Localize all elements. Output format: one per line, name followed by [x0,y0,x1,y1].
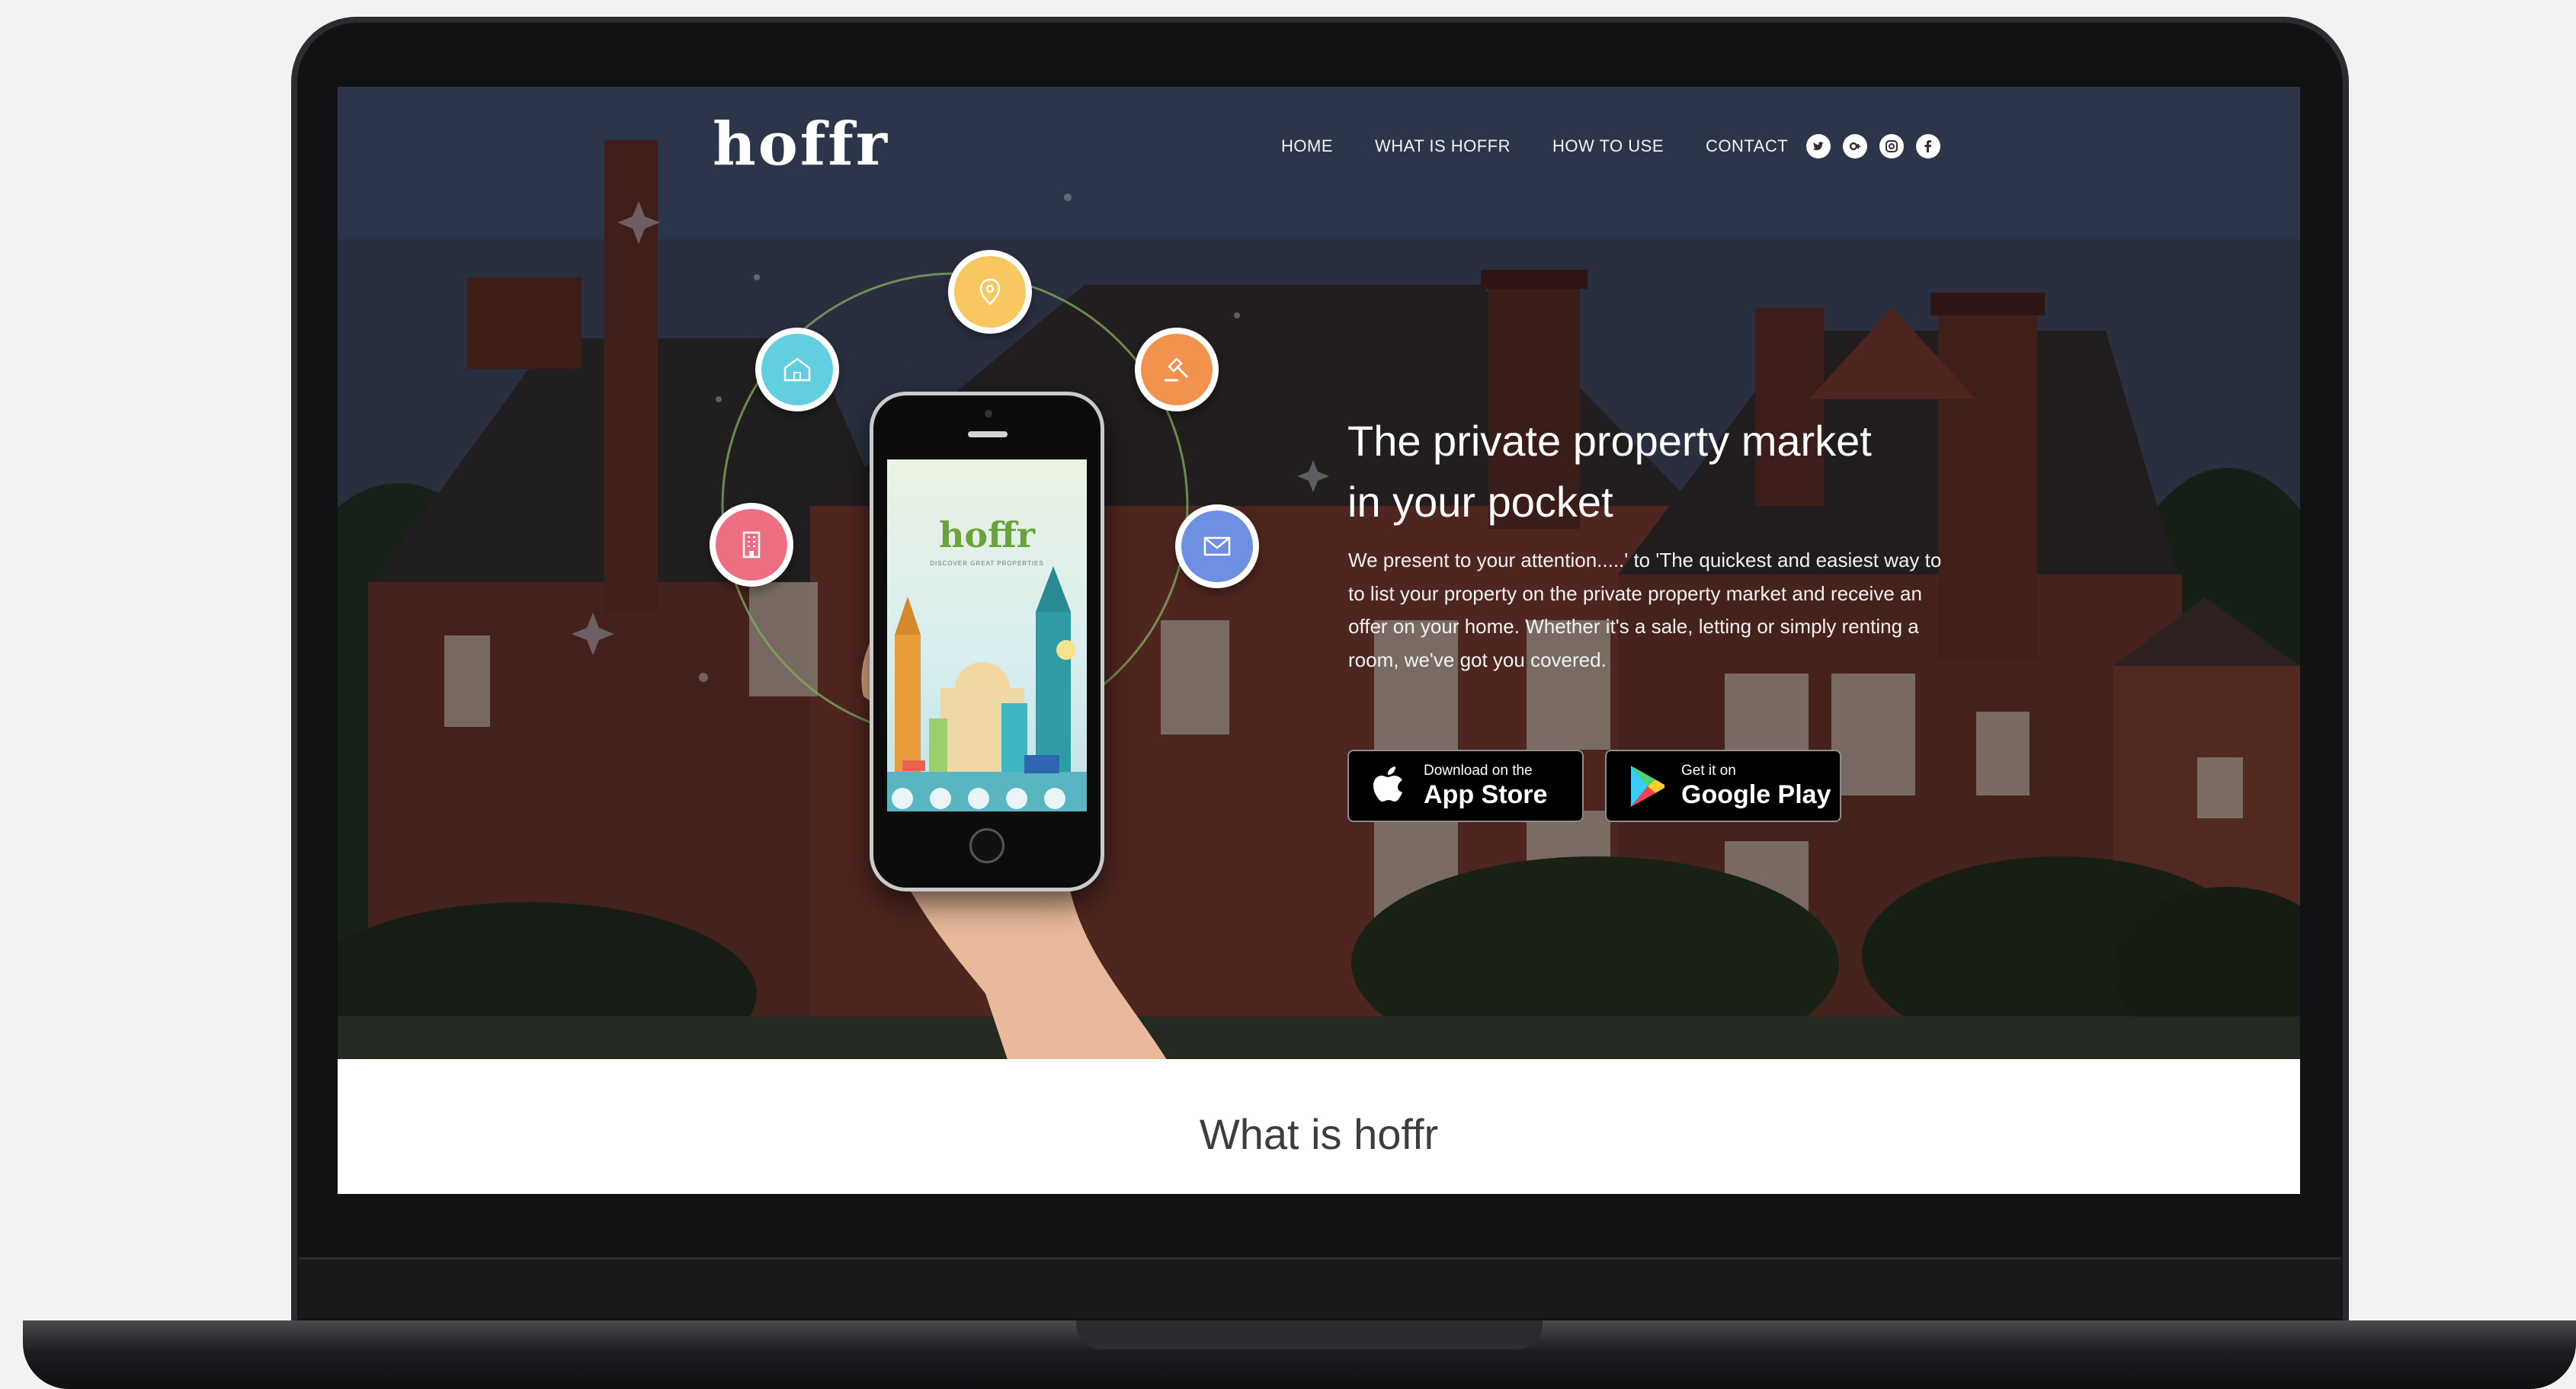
laptop-notch [1076,1320,1543,1349]
feature-house [755,328,839,411]
hero-title: The private property market in your pock… [1347,411,1972,533]
phone-speaker [968,431,1008,437]
hero-title-line-2: in your pocket [1347,478,1613,526]
nav-how-to-use[interactable]: HOW TO USE [1552,136,1664,156]
phone-camera [985,410,992,418]
app-store-big-label: App Store [1424,779,1548,809]
nav-contact[interactable]: CONTACT [1706,136,1788,156]
section-title: What is hoffr [1199,1110,1439,1158]
phone-app-screen: hoffr DISCOVER GREAT PROPERTIES [887,459,1087,811]
app-store-text: Download on the App Store [1424,763,1547,810]
twitter-icon[interactable] [1806,134,1831,158]
house-icon [783,357,811,382]
google-play-icon [1631,765,1664,807]
google-play-text: Get it on Google Play [1681,763,1831,810]
city-skyline-illustration [887,566,1087,811]
facebook-icon[interactable] [1916,134,1941,158]
feature-auction [1135,328,1219,411]
google-play-big-label: Google Play [1681,779,1831,809]
phone-home-button [969,828,1004,863]
hero-description: We present to your attention.....' to 'T… [1348,549,1942,671]
instagram-icon[interactable] [1879,134,1905,158]
feature-location [948,250,1032,334]
building-icon [742,531,761,558]
laptop-screen: hoffr HOME WHAT IS HOFFR HOW TO USE CONT… [338,87,2300,1194]
phone-mockup: hoffr DISCOVER GREAT PROPERTIES [870,392,1104,891]
gavel-icon [1165,357,1189,382]
nav-home[interactable]: HOME [1281,136,1333,156]
google-play-small-label: Get it on [1681,762,1736,779]
apple-icon [1373,766,1402,802]
app-store-button[interactable]: Download on the App Store [1347,750,1584,822]
app-store-small-label: Download on the [1424,762,1533,779]
hero-section: hoffr HOME WHAT IS HOFFR HOW TO USE CONT… [338,87,2300,1059]
google-play-button[interactable]: Get it on Google Play [1605,750,1841,822]
site-logo[interactable]: hoffr [713,110,889,179]
social-links [1806,134,1953,158]
feature-building [710,503,793,587]
hero-overlay [338,87,2300,1059]
hero-title-line-1: The private property market [1347,417,1872,465]
main-nav: HOME WHAT IS HOFFR HOW TO USE CONTACT [1281,123,1953,169]
location-pin-icon [979,278,1001,306]
google-plus-icon[interactable] [1843,134,1868,158]
laptop-chin [299,1257,2341,1318]
nav-what-is-hoffr[interactable]: WHAT IS HOFFR [1375,136,1511,156]
